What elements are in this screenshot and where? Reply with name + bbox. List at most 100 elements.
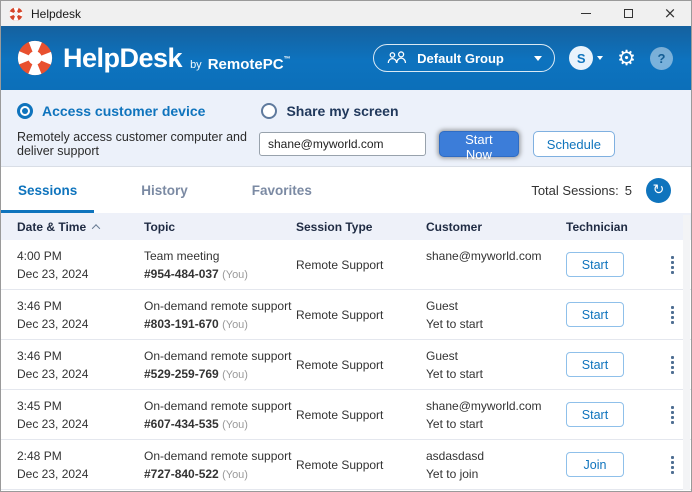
sort-ascending-icon (92, 224, 100, 232)
start-now-button[interactable]: Start Now (439, 131, 519, 157)
table-row: 3:45 PM Dec 23, 2024 On-demand remote su… (1, 390, 691, 440)
session-action-button[interactable]: Start (566, 252, 624, 277)
cell-topic: On-demand remote support #803-191-670 (Y… (144, 290, 296, 334)
chevron-down-icon (534, 56, 542, 61)
cell-more (667, 302, 678, 328)
cell-customer: shane@myworld.com (426, 240, 566, 265)
cell-date-time: 3:46 PM Dec 23, 2024 (17, 290, 144, 333)
table-row: 2:48 PM Dec 23, 2024 On-demand remote su… (1, 440, 691, 490)
close-button[interactable]: × (649, 1, 691, 26)
window-controls: × (565, 1, 691, 26)
brand-by: by (190, 59, 202, 76)
more-options-icon[interactable] (667, 302, 678, 328)
total-sessions: Total Sessions: 5 (531, 183, 632, 198)
column-session-type[interactable]: Session Type (296, 220, 426, 234)
minimize-button[interactable] (565, 1, 607, 26)
window-title: Helpdesk (31, 7, 81, 21)
cell-customer: shane@myworld.com Yet to start (426, 390, 566, 433)
tab-favorites[interactable]: Favorites (235, 167, 329, 213)
column-date-time[interactable]: Date & Time (17, 220, 144, 234)
tabbar: Sessions History Favorites Total Session… (1, 167, 691, 213)
cell-date-time: 3:45 PM Dec 23, 2024 (17, 390, 144, 433)
cell-topic: On-demand remote support #607-434-535 (Y… (144, 390, 296, 434)
titlebar: Helpdesk × (1, 1, 691, 26)
cell-more (667, 352, 678, 378)
radio-unselected-icon (261, 103, 277, 119)
cell-more (667, 402, 678, 428)
cell-session-type: Remote Support (296, 456, 426, 474)
table-row: 3:46 PM Dec 23, 2024 On-demand remote su… (1, 290, 691, 340)
cell-customer: Guest Yet to start (426, 340, 566, 383)
cell-more (667, 252, 678, 278)
app-header: HelpDesk by RemotePC™ Default Group S (1, 26, 691, 90)
radio-access-customer-device[interactable]: Access customer device (17, 103, 205, 119)
avatar: S (569, 46, 593, 70)
radio-selected-icon (17, 103, 33, 119)
schedule-button[interactable]: Schedule (533, 131, 615, 157)
maximize-icon (624, 9, 633, 18)
cell-date-time: 2:48 PM Dec 23, 2024 (17, 440, 144, 483)
app-icon (9, 7, 23, 21)
cell-topic: Team meeting #954-484-037 (You) (144, 240, 296, 284)
radio-share-my-screen[interactable]: Share my screen (261, 103, 398, 119)
help-icon: ? (650, 47, 673, 70)
refresh-button[interactable]: ↻ (646, 178, 671, 203)
cell-technician: Start (566, 252, 651, 277)
cell-customer: Guest Yet to start (426, 290, 566, 333)
group-icon (386, 51, 408, 65)
maximize-button[interactable] (607, 1, 649, 26)
cell-more (667, 452, 678, 478)
minimize-icon (581, 13, 591, 14)
radio-share-label: Share my screen (286, 103, 398, 119)
cell-technician: Start (566, 352, 651, 377)
cell-session-type: Remote Support (296, 256, 426, 274)
more-options-icon[interactable] (667, 452, 678, 478)
tab-history[interactable]: History (124, 167, 205, 213)
cell-topic: On-demand remote support #727-840-522 (Y… (144, 440, 296, 484)
session-action-button[interactable]: Start (566, 402, 624, 427)
session-action-button[interactable]: Start (566, 352, 624, 377)
more-options-icon[interactable] (667, 402, 678, 428)
session-start-panel: Access customer device Share my screen R… (1, 90, 691, 167)
brand-name: HelpDesk (63, 43, 182, 74)
account-menu[interactable]: S (569, 46, 603, 70)
cell-session-type: Remote Support (296, 356, 426, 374)
group-selector[interactable]: Default Group (373, 44, 555, 72)
group-selector-label: Default Group (417, 51, 504, 66)
help-button[interactable]: ? (650, 47, 673, 70)
session-action-button[interactable]: Start (566, 302, 624, 327)
table-header: Date & Time Topic Session Type Customer … (1, 213, 691, 240)
header-actions: Default Group S ⚙ ? (373, 44, 673, 72)
lifebuoy-logo-icon (17, 40, 53, 76)
helpdesk-window: Helpdesk × HelpDesk by RemotePC™ (0, 0, 692, 492)
vertical-scrollbar[interactable] (683, 215, 690, 490)
brand-suffix: RemotePC™ (208, 56, 291, 76)
table-body: 4:00 PM Dec 23, 2024 Team meeting #954-4… (1, 240, 691, 491)
column-customer[interactable]: Customer (426, 220, 566, 234)
column-technician[interactable]: Technician (566, 220, 651, 234)
session-action-button[interactable]: Join (566, 452, 624, 477)
cell-session-type: Remote Support (296, 406, 426, 424)
customer-email-input[interactable] (259, 132, 426, 156)
cell-topic: On-demand remote support #529-259-769 (Y… (144, 340, 296, 384)
start-session-row: Remotely access customer computer and de… (17, 130, 675, 158)
trademark: ™ (284, 56, 291, 63)
chevron-down-icon (597, 56, 603, 60)
table-row: 4:00 PM Dec 23, 2024 Team meeting #954-4… (1, 240, 691, 290)
close-icon: × (664, 6, 677, 21)
mode-radio-group: Access customer device Share my screen (17, 103, 675, 119)
tab-sessions[interactable]: Sessions (1, 167, 94, 213)
cell-technician: Start (566, 402, 651, 427)
cell-date-time: 4:00 PM Dec 23, 2024 (17, 240, 144, 283)
more-options-icon[interactable] (667, 252, 678, 278)
gear-icon: ⚙ (617, 48, 636, 69)
brand: HelpDesk by RemotePC™ (17, 40, 291, 76)
cell-technician: Start (566, 302, 651, 327)
total-sessions-label: Total Sessions: (531, 183, 618, 198)
settings-button[interactable]: ⚙ (617, 48, 636, 69)
more-options-icon[interactable] (667, 352, 678, 378)
refresh-icon: ↻ (653, 183, 665, 197)
total-sessions-count: 5 (625, 183, 632, 198)
table-row: 3:46 PM Dec 23, 2024 On-demand remote su… (1, 340, 691, 390)
column-topic[interactable]: Topic (144, 220, 296, 234)
